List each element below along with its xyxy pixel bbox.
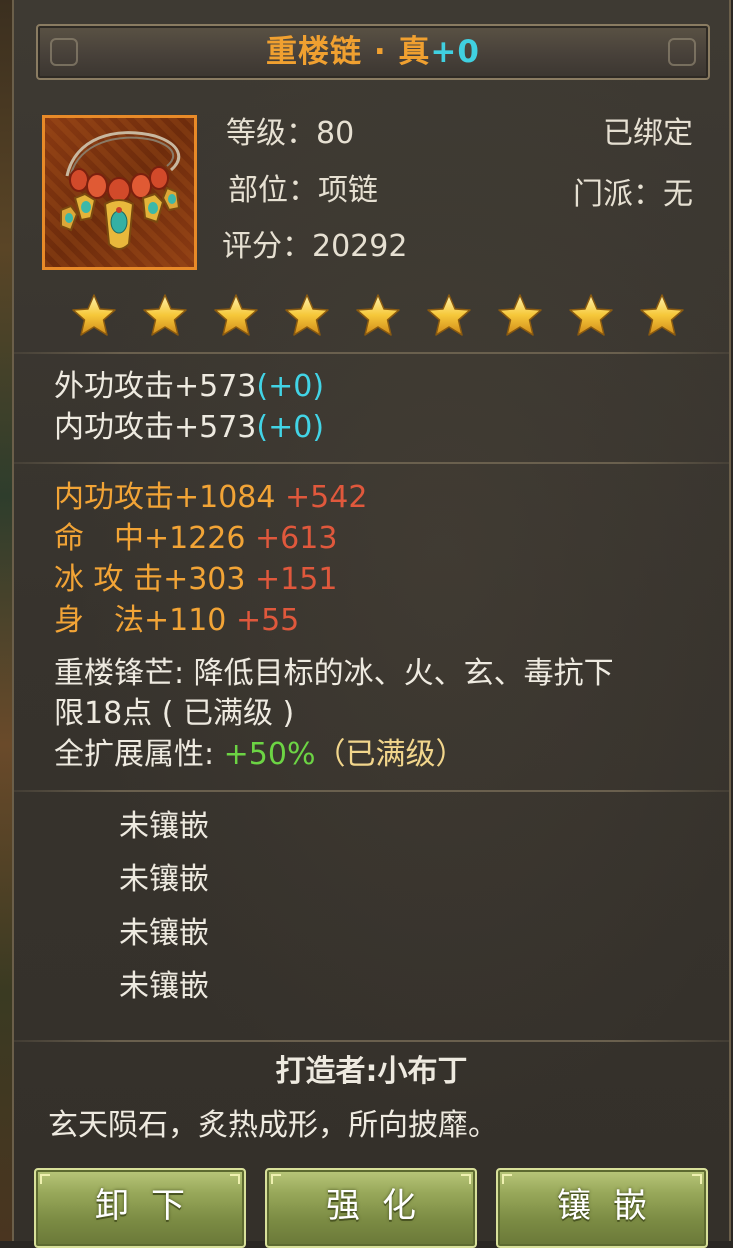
unequip-button[interactable]: 卸下 xyxy=(34,1168,246,1248)
extra-stat-text: 内功攻击+1084 xyxy=(54,480,276,515)
sect-label: 门派： xyxy=(573,177,663,212)
star-icon xyxy=(640,294,684,336)
special-effect-line1: 重楼锋芒: 降低目标的冰、火、玄、毒抗下 xyxy=(54,656,614,691)
base-stat-bonus: (+0) xyxy=(256,410,325,445)
extra-stat-bonus: +613 xyxy=(255,521,338,556)
gem-socket: 未镶嵌 xyxy=(119,969,209,1004)
item-description: 玄天陨石，炙热成形，所向披靡。 xyxy=(48,1108,498,1143)
necklace-icon xyxy=(60,131,181,250)
extra-stat-row: 命 中+1226 +613 xyxy=(54,519,337,559)
slot-value: 项链 xyxy=(318,173,378,208)
button-corner xyxy=(40,1174,50,1184)
gem-socket: 未镶嵌 xyxy=(119,809,209,844)
star-icon xyxy=(143,294,187,336)
divider xyxy=(14,790,729,792)
extra-stat-row: 内功攻击+1084 +542 xyxy=(54,478,367,518)
button-corner xyxy=(502,1174,512,1184)
item-slot-row: 部位：项链 xyxy=(228,173,378,209)
expand-status: （已满级） xyxy=(315,737,466,772)
star-icon xyxy=(285,294,329,336)
divider xyxy=(14,1040,729,1042)
star-rating xyxy=(70,292,690,342)
expand-label: 全扩展属性: xyxy=(54,737,215,772)
title-bar: 重楼链 · 真+0 xyxy=(36,24,710,80)
button-corner xyxy=(230,1174,240,1184)
level-value: 80 xyxy=(316,116,355,151)
star-icon xyxy=(214,294,258,336)
star-icon xyxy=(72,294,116,336)
divider xyxy=(14,352,729,354)
crafter-name: 打造者:小布丁 xyxy=(275,1054,468,1089)
slot-label: 部位： xyxy=(228,173,318,208)
button-corner xyxy=(271,1174,281,1184)
sect-value: 无 xyxy=(663,177,693,212)
expand-value: +50% xyxy=(223,737,316,772)
score-value: 20292 xyxy=(312,229,408,264)
extra-stat-row: 身 法+110 +55 xyxy=(54,601,299,641)
base-stat-text: 内功攻击+573 xyxy=(54,410,257,445)
inlay-button-label: 镶嵌 xyxy=(557,1186,669,1226)
enhance-button-label: 强化 xyxy=(326,1186,438,1226)
star-icon xyxy=(356,294,400,336)
background-edge xyxy=(0,0,12,1241)
item-enhance-level: +0 xyxy=(430,34,480,70)
extra-stat-bonus: +542 xyxy=(285,480,368,515)
item-icon-frame[interactable] xyxy=(42,115,197,270)
base-stat-text: 外功攻击+573 xyxy=(54,369,257,404)
unequip-button-label: 卸下 xyxy=(95,1186,207,1226)
button-corner xyxy=(461,1174,471,1184)
item-level-row: 等级：80 xyxy=(226,116,354,152)
inlay-button[interactable]: 镶嵌 xyxy=(496,1168,708,1248)
divider xyxy=(14,462,729,464)
level-label: 等级： xyxy=(226,116,316,151)
extra-stat-text: 命 中+1226 xyxy=(54,521,246,556)
item-score-row: 评分：20292 xyxy=(222,229,407,265)
extra-stat-text: 身 法+110 xyxy=(54,603,227,638)
bound-status: 已绑定 xyxy=(603,116,693,151)
gem-socket: 未镶嵌 xyxy=(119,916,209,951)
base-stat-row: 内功攻击+573(+0) xyxy=(54,408,324,448)
base-stat-bonus: (+0) xyxy=(256,369,325,404)
item-name: 重楼链 · 真 xyxy=(266,34,431,70)
item-sect-row: 门派：无 xyxy=(573,177,693,213)
button-corner xyxy=(692,1174,702,1184)
score-label: 评分： xyxy=(222,229,312,264)
extra-stat-text: 冰 攻 击+303 xyxy=(54,562,246,597)
item-title: 重楼链 · 真+0 xyxy=(38,34,708,70)
special-effect-line2: 限18点 ( 已满级 ) xyxy=(54,696,295,731)
extra-stat-bonus: +55 xyxy=(235,603,300,638)
extra-stat-row: 冰 攻 击+303 +151 xyxy=(54,560,337,600)
star-icon xyxy=(569,294,613,336)
base-stat-row: 外功攻击+573(+0) xyxy=(54,367,324,407)
enhance-button[interactable]: 强化 xyxy=(265,1168,477,1248)
expand-attribute-row: 全扩展属性: +50%（已满级） xyxy=(54,735,465,775)
star-icon xyxy=(427,294,471,336)
extra-stat-bonus: +151 xyxy=(255,562,338,597)
item-tooltip-panel: 重楼链 · 真+0 等级：80 部位：项链 评分：20292 已绑定 门派：无 … xyxy=(12,0,731,1248)
gem-socket: 未镶嵌 xyxy=(119,862,209,897)
star-icon xyxy=(498,294,542,336)
